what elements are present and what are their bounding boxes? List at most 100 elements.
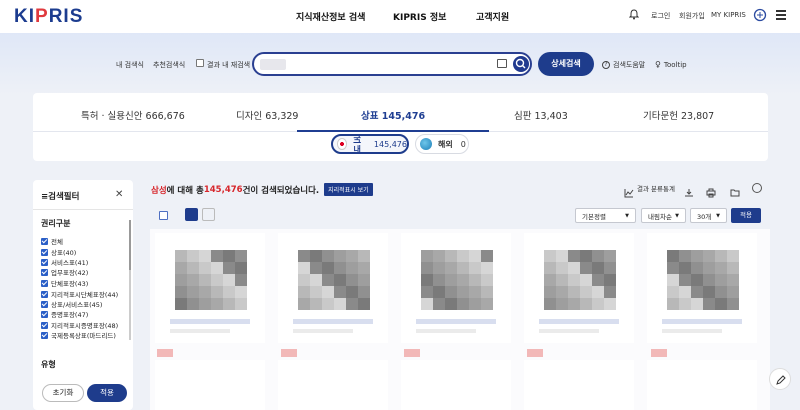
download-icon[interactable] [684, 183, 694, 197]
filter-item[interactable]: 지리적표시증명표장(48) [41, 321, 118, 330]
result-card[interactable] [155, 360, 265, 410]
filter-item[interactable]: 지리적표시단체표장(44) [41, 290, 118, 299]
status-badge [651, 349, 667, 357]
my-kipris-link[interactable]: MY KIPRIS [711, 11, 746, 19]
chevron-down-icon: ▼ [625, 212, 629, 219]
chevron-down-icon: ▼ [675, 212, 679, 219]
nav-ip-search[interactable]: 지식재산정보 검색 [296, 10, 365, 23]
folder-icon[interactable] [730, 183, 740, 197]
tab-design[interactable]: 디자인 63,329 [236, 108, 298, 122]
chart-icon[interactable] [624, 183, 634, 198]
checkbox-icon[interactable] [41, 331, 48, 339]
nav-kipris-info[interactable]: KIPRIS 정보 [393, 10, 446, 23]
result-card[interactable] [278, 360, 388, 410]
my-search-link[interactable]: 내 검색식 [116, 60, 144, 70]
checkbox-icon[interactable] [41, 321, 48, 329]
result-card[interactable] [155, 233, 265, 343]
menu-icon[interactable] [776, 10, 786, 20]
result-meta [416, 319, 496, 324]
result-meta [170, 319, 250, 324]
result-meta [293, 319, 373, 324]
lightbulb-icon: ♀ [655, 60, 661, 69]
bell-icon[interactable] [629, 9, 639, 20]
trademark-image [421, 250, 493, 312]
rights-section-title: 권리구분 [41, 219, 71, 228]
tab-other-docs[interactable]: 기타문헌 23,807 [643, 108, 714, 122]
trademark-image [667, 250, 739, 312]
result-card[interactable] [278, 233, 388, 343]
pencil-icon [776, 375, 786, 385]
result-card[interactable] [401, 360, 511, 410]
result-meta [170, 329, 230, 333]
nav-customer-support[interactable]: 고객지원 [476, 10, 509, 23]
within-results-checkbox[interactable] [196, 59, 204, 67]
checkbox-icon[interactable] [41, 248, 48, 256]
checkbox-icon[interactable] [41, 258, 48, 266]
stats-link[interactable]: 결과 분류통계 [637, 183, 675, 193]
globe-icon [420, 138, 432, 150]
edit-floating-button[interactable] [769, 368, 791, 390]
domestic-pill[interactable]: 국내 145,476 [331, 134, 409, 154]
signup-link[interactable]: 회원가입 [679, 11, 705, 21]
checkbox-icon[interactable] [41, 279, 48, 287]
keyboard-icon[interactable] [497, 59, 507, 68]
filter-item[interactable]: 상표(40) [41, 248, 76, 257]
checkbox-icon[interactable] [41, 268, 48, 276]
filter-item[interactable]: 업무표장(42) [41, 268, 88, 277]
filter-apply-button[interactable]: 적용 [87, 384, 127, 402]
per-page-select[interactable]: 30개 ▼ [690, 208, 727, 223]
grid-view-icon[interactable] [202, 208, 215, 221]
order-select[interactable]: 내림차순 ▼ [641, 208, 686, 223]
search-input[interactable] [252, 52, 532, 76]
close-icon[interactable]: ✕ [115, 189, 123, 200]
result-card[interactable] [524, 233, 634, 343]
active-tab-indicator [297, 130, 489, 132]
recommended-search-link[interactable]: 추천검색식 [153, 60, 185, 70]
filter-scroll-thumb[interactable] [129, 220, 131, 270]
login-link[interactable]: 로그인 [651, 11, 670, 21]
foreign-pill[interactable]: 해외 0 [415, 134, 469, 154]
type-section-title: 유형 [41, 360, 56, 369]
filter-item[interactable]: 서비스표(41) [41, 258, 88, 267]
kipris-logo[interactable]: KI P RIS [14, 6, 83, 27]
controls-apply-button[interactable]: 적용 [731, 208, 761, 223]
info-icon[interactable] [752, 183, 762, 193]
results-summary: 삼성 에 대해 총 145,476 건이 검색되었습니다. 지리적표시 보기 [151, 183, 373, 196]
filter-item[interactable]: 국제등록상표(마드리드) [41, 331, 116, 340]
sort-select[interactable]: 기본정렬 ▼ [575, 208, 636, 223]
search-button[interactable] [513, 56, 529, 72]
checkbox-icon[interactable] [41, 310, 48, 318]
result-card[interactable] [524, 360, 634, 410]
filter-item[interactable]: 상표/서비스표(45) [41, 300, 102, 309]
filter-item[interactable]: 증명표장(47) [41, 310, 88, 319]
result-card[interactable] [647, 360, 757, 410]
search-filter-panel: ≡검색필터 ✕ 권리구분 전체 상표(40) 서비스표(41) 업무표장(42)… [33, 180, 133, 410]
trademark-image [298, 250, 370, 312]
checkbox-icon[interactable] [41, 290, 48, 298]
advanced-search-button[interactable]: 상세검색 [538, 52, 594, 76]
checkbox-icon[interactable] [41, 300, 48, 308]
result-card[interactable] [647, 233, 757, 343]
help-icon: ? [602, 61, 610, 69]
tab-trial[interactable]: 심판 13,403 [514, 108, 568, 122]
filter-item[interactable]: 단체표장(43) [41, 279, 88, 288]
list-view-icon[interactable] [185, 208, 198, 221]
select-all-checkbox[interactable] [159, 211, 168, 220]
filter-title: ≡검색필터 [41, 192, 80, 202]
print-icon[interactable] [706, 183, 716, 198]
filter-item[interactable]: 전체 [41, 237, 63, 246]
tooltip-link[interactable]: ♀ Tooltip [655, 60, 687, 69]
status-badge [404, 349, 420, 357]
result-card[interactable] [401, 233, 511, 343]
search-help-link[interactable]: ? 검색도움말 [602, 60, 645, 70]
tab-patent[interactable]: 특허 · 실용신안 666,676 [81, 108, 185, 122]
tab-trademark[interactable]: 상표 145,476 [361, 108, 425, 122]
geo-indication-button[interactable]: 지리적표시 보기 [324, 183, 373, 196]
result-meta [293, 329, 353, 333]
search-icon [515, 58, 526, 69]
checkbox-icon[interactable] [41, 237, 48, 245]
result-meta [539, 319, 619, 324]
trademark-image [175, 250, 247, 312]
reset-button[interactable]: 초기화 [42, 384, 84, 402]
language-icon[interactable] [753, 8, 767, 22]
